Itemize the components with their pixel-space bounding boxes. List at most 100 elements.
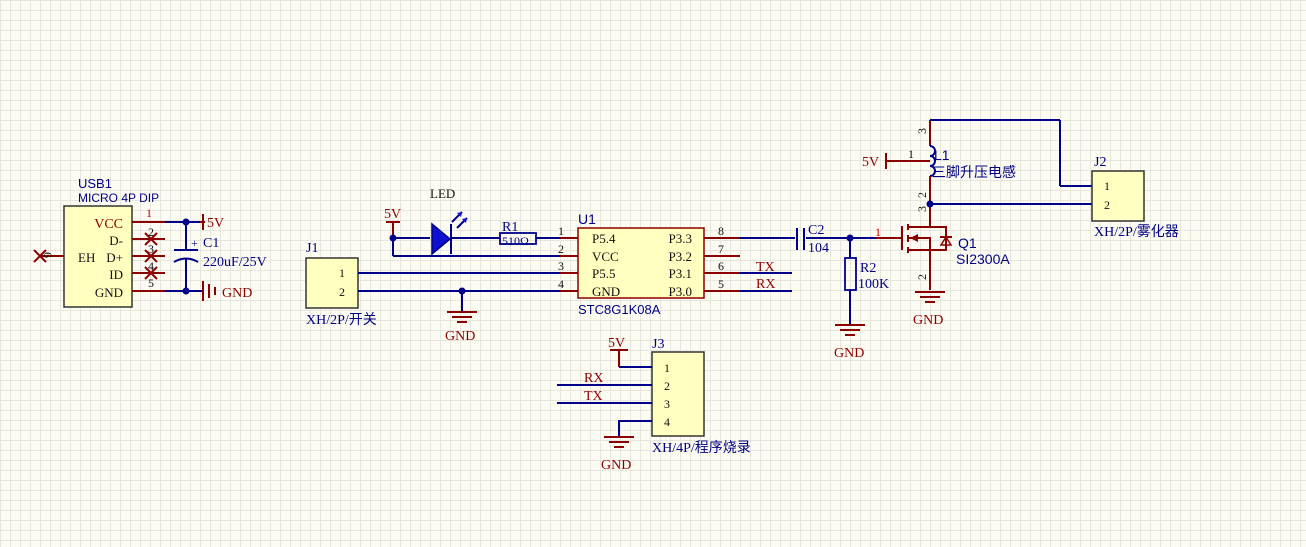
j3-body: [651, 351, 705, 437]
c2-capacitor[interactable]: C2 104: [740, 223, 850, 256]
j1-wiring: GND: [358, 272, 560, 344]
usb-power-wiring: 5V GND + C1 220uF/25V: [165, 214, 267, 301]
j2-connector[interactable]: J2 1 2 XH/2P/雾化器: [1091, 155, 1179, 240]
u1-pin-p33: P3.3: [669, 231, 692, 246]
c2-value: 104: [808, 241, 829, 256]
usb1-pin-gnd: GND: [95, 285, 123, 300]
u1-pinnum-1: 1: [558, 224, 564, 238]
usb1-pinnum-1: 1: [146, 206, 152, 220]
l1-pinnum-1: 1: [908, 147, 914, 161]
l1-pinnum-3: 3: [915, 128, 929, 134]
q1-gnd-symbol: [915, 291, 945, 303]
u1-pinnum-8: 8: [718, 224, 724, 238]
j3-gnd-symbol: [604, 436, 634, 448]
usb1-designator: USB1: [78, 176, 112, 191]
r1-designator: R1: [502, 220, 518, 235]
u1-tx-label: TX: [756, 260, 775, 275]
q1-pinnum-1: 1: [875, 225, 881, 239]
j1-gnd-symbol: [447, 311, 477, 323]
l1-designator: L1: [934, 147, 950, 163]
u1-pinnum-2: 2: [558, 242, 564, 256]
j1-designator: J1: [306, 241, 318, 256]
l1-5v-label: 5V: [862, 155, 879, 170]
j3-part: XH/4P/程序烧录: [652, 440, 751, 456]
u1-pin-gnd: GND: [592, 284, 620, 299]
led-5v-label: 5V: [384, 207, 401, 222]
usb1-pin-dminus: D-: [109, 233, 123, 248]
j3-pin-1: 1: [664, 361, 670, 375]
j3-gnd-label: GND: [601, 458, 631, 473]
j1-connector[interactable]: J1 1 2 XH/2P/开关: [305, 241, 377, 328]
q1-part: SI2300A: [956, 251, 1010, 267]
r2-resistor[interactable]: R2 100K GND: [834, 234, 889, 362]
led-label: LED: [430, 186, 455, 201]
c1-polarity: +: [191, 236, 198, 250]
usb1-pin-vcc: VCC: [94, 217, 123, 232]
q1-gnd-label: GND: [913, 313, 943, 328]
j2-pin-2: 2: [1104, 198, 1110, 212]
j2-body: [1091, 170, 1145, 222]
j2-designator: J2: [1094, 155, 1106, 170]
q1-designator: Q1: [958, 235, 977, 251]
u1-pinnum-3: 3: [558, 259, 564, 273]
usb1-pinnum-5: 5: [148, 276, 154, 290]
usb1-pinnum-3: 3: [148, 242, 154, 256]
u1-part: STC8G1K08A: [578, 302, 661, 317]
r1-value: 510Ω: [502, 234, 529, 248]
j3-pin-3: 3: [664, 397, 670, 411]
u1-mcu[interactable]: U1 STC8G1K08A 1 2 3 4 P5.4 VCC P5.5 GND …: [558, 211, 740, 317]
usb1-part: MICRO 4P DIP: [78, 191, 159, 205]
usb1-pinnum-2: 2: [148, 225, 154, 239]
r2-gnd-symbol: [835, 324, 865, 336]
usb-gnd-label: GND: [222, 286, 252, 301]
u1-pin-p30: P3.0: [669, 284, 692, 299]
u1-pin-p32: P3.2: [669, 249, 692, 264]
l1-pinnum-2: 2: [915, 192, 929, 198]
r2-designator: R2: [860, 261, 876, 276]
u1-pinnum-4: 4: [558, 277, 564, 291]
j3-5v-label: 5V: [608, 336, 625, 351]
u1-pin-vcc: VCC: [592, 249, 619, 264]
j3-pin-4: 4: [664, 415, 670, 429]
j3-pin-2: 2: [664, 379, 670, 393]
c2-designator: C2: [808, 223, 824, 238]
u1-pinnum-7: 7: [718, 242, 724, 256]
usb1-connector[interactable]: USB1 MICRO 4P DIP VCC D- D+ ID GND EH 1 …: [33, 176, 165, 308]
u1-pinnum-6: 6: [718, 259, 724, 273]
led-diode[interactable]: LED: [430, 186, 500, 256]
u1-pin-p54: P5.4: [592, 231, 616, 246]
usb-5v-label: 5V: [207, 216, 224, 231]
schematic-canvas: USB1 MICRO 4P DIP VCC D- D+ ID GND EH 1 …: [33, 119, 1179, 473]
q1-pinnum-3: 3: [915, 206, 929, 212]
l1-part: 三脚升压电感: [932, 164, 1016, 180]
j1-body: [305, 257, 359, 309]
j3-designator: J3: [652, 337, 664, 352]
u1-pinnum-5: 5: [718, 277, 724, 291]
usb-gnd-symbol: [202, 281, 216, 301]
j3-rx-label: RX: [584, 371, 603, 386]
r2-gnd-label: GND: [834, 346, 864, 361]
j1-part: XH/2P/开关: [306, 312, 377, 328]
j1-pin-1: 1: [339, 266, 345, 280]
j3-connector[interactable]: J3 1 2 3 4 XH/4P/程序烧录 5V RX TX GND: [557, 336, 751, 473]
u1-rx-label: RX: [756, 277, 775, 292]
c1-value: 220uF/25V: [203, 255, 267, 270]
j2-pin-1: 1: [1104, 179, 1110, 193]
j1-gnd-label: GND: [445, 329, 475, 344]
usb1-pin-dplus: D+: [106, 250, 123, 265]
r1-resistor[interactable]: R1 510Ω: [499, 220, 560, 248]
c1-capacitor[interactable]: + C1 220uF/25V: [173, 222, 267, 291]
j2-part: XH/2P/雾化器: [1094, 224, 1179, 240]
usb1-pin-id: ID: [109, 267, 123, 282]
usb1-eh-label: EH: [78, 250, 95, 265]
j1-pin-2: 2: [339, 285, 345, 299]
u1-pin-p55: P5.5: [592, 266, 615, 281]
c1-designator: C1: [203, 236, 219, 251]
usb1-pinnum-6: 6: [41, 252, 55, 258]
led-5v-supply: 5V: [384, 207, 560, 257]
u1-designator: U1: [578, 211, 596, 227]
usb1-pinnum-4: 4: [148, 259, 154, 273]
u1-uart-nets: TX RX: [740, 260, 792, 292]
j3-tx-label: TX: [584, 389, 603, 404]
r2-value: 100K: [858, 277, 889, 292]
